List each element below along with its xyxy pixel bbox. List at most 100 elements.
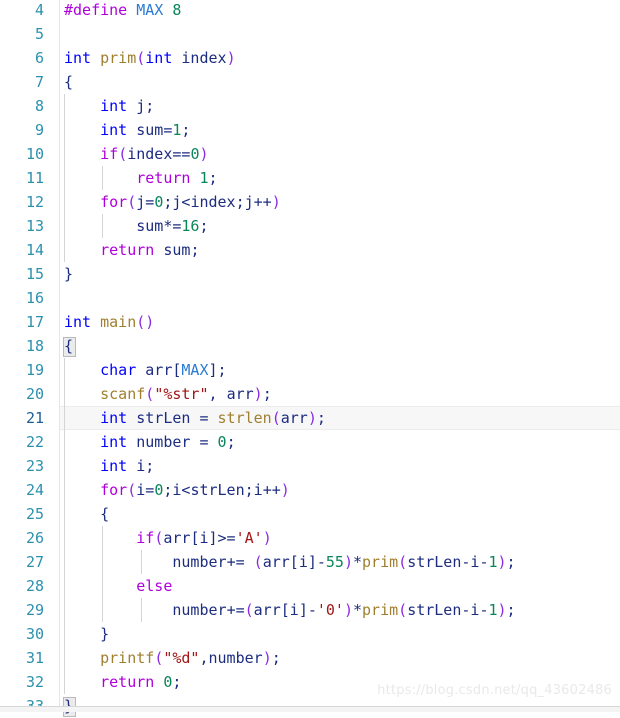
line-number: 31 bbox=[25, 649, 44, 667]
code-token: { bbox=[64, 337, 74, 355]
code-line-text: { bbox=[64, 70, 73, 94]
code-token: ) bbox=[262, 529, 272, 547]
code-token: 55 bbox=[325, 553, 344, 571]
code-line[interactable]: for(j=0;j<index;j++) bbox=[60, 190, 620, 214]
code-token: i bbox=[289, 601, 299, 619]
code-token: = bbox=[199, 409, 209, 427]
code-token: ( bbox=[253, 553, 263, 571]
code-token: ; bbox=[244, 481, 254, 499]
line-number: 20 bbox=[25, 385, 44, 403]
code-token: [ bbox=[280, 601, 290, 619]
code-line[interactable]: number+= (arr[i]-55)*prim(strLen-i-1); bbox=[60, 550, 620, 574]
code-token: ] bbox=[298, 601, 308, 619]
code-token: 1 bbox=[488, 601, 498, 619]
line-number: 10 bbox=[25, 145, 44, 163]
bottom-edge-strip bbox=[0, 706, 620, 712]
code-token: strLen bbox=[407, 553, 462, 571]
code-line[interactable]: printf("%d",number); bbox=[60, 646, 620, 670]
code-line-text: printf("%d",number); bbox=[64, 646, 281, 670]
code-line[interactable]: char arr[MAX]; bbox=[60, 358, 620, 382]
code-line[interactable]: { bbox=[60, 502, 620, 526]
code-token: prim bbox=[100, 49, 137, 67]
code-token: char bbox=[100, 361, 137, 379]
code-line-text: else bbox=[64, 574, 172, 598]
code-token: ) bbox=[226, 49, 236, 67]
code-line[interactable]: int prim(int index) bbox=[60, 46, 620, 70]
code-line[interactable]: int number = 0; bbox=[60, 430, 620, 454]
code-token: "%d" bbox=[163, 649, 200, 667]
code-token: ; bbox=[226, 433, 236, 451]
code-line-text: int i; bbox=[64, 454, 154, 478]
code-line-text: int strLen = strlen(arr); bbox=[64, 406, 326, 430]
code-token: else bbox=[136, 577, 173, 595]
code-token: 16 bbox=[181, 217, 200, 235]
code-token: - bbox=[307, 601, 317, 619]
code-token: { bbox=[100, 505, 110, 523]
code-line[interactable]: if(index==0) bbox=[60, 142, 620, 166]
code-line[interactable]: { bbox=[60, 334, 620, 358]
code-token: for bbox=[100, 193, 128, 211]
code-line[interactable] bbox=[60, 22, 620, 46]
line-number: 15 bbox=[25, 265, 44, 283]
code-token: sum bbox=[163, 241, 191, 259]
code-line[interactable]: int strLen = strlen(arr); bbox=[60, 406, 620, 430]
code-line[interactable]: if(arr[i]>='A') bbox=[60, 526, 620, 550]
code-token: = bbox=[145, 193, 155, 211]
code-line[interactable]: } bbox=[60, 622, 620, 646]
code-token: int bbox=[100, 121, 128, 139]
code-line[interactable]: int main() bbox=[60, 310, 620, 334]
code-line[interactable]: sum*=16; bbox=[60, 214, 620, 238]
line-number: 11 bbox=[25, 169, 44, 187]
watermark-text: https://blog.csdn.net/qq_43602486 bbox=[377, 683, 612, 698]
line-number: 14 bbox=[25, 241, 44, 259]
code-token: int bbox=[64, 49, 92, 67]
code-token: 0 bbox=[217, 433, 227, 451]
code-line[interactable]: return sum; bbox=[60, 238, 620, 262]
code-token: = bbox=[199, 433, 209, 451]
code-line-text: for(i=0;i<strLen;i++) bbox=[64, 478, 290, 502]
code-line-text: int number = 0; bbox=[64, 430, 236, 454]
code-line[interactable]: return 1; bbox=[60, 166, 620, 190]
code-line[interactable]: } bbox=[60, 262, 620, 286]
code-token: ++ bbox=[253, 193, 272, 211]
code-line-text: return 0; bbox=[64, 670, 181, 694]
code-line[interactable]: for(i=0;i<strLen;i++) bbox=[60, 478, 620, 502]
editor-gutter[interactable]: 4 5 6 7 8 9 10 11 12 13 14 15 16 17 18 19 20 21 22 23 24 25 26… bbox=[0, 0, 60, 715]
code-editor[interactable]: 4 5 6 7 8 9 10 11 12 13 14 15 16 17 18 19 20 21 22 23 24 25 26… bbox=[0, 0, 620, 717]
code-token: ; bbox=[262, 385, 272, 403]
code-token: index bbox=[127, 145, 173, 163]
code-line[interactable] bbox=[60, 286, 620, 310]
code-token: if bbox=[136, 529, 155, 547]
code-token: } bbox=[64, 265, 74, 283]
line-number: 16 bbox=[25, 289, 44, 307]
code-line[interactable]: number+=(arr[i]-'0')*prim(strLen-i-1); bbox=[60, 598, 620, 622]
line-number: 19 bbox=[25, 361, 44, 379]
line-number: 30 bbox=[25, 625, 44, 643]
code-token: sum bbox=[136, 121, 164, 139]
code-token: int bbox=[100, 409, 128, 427]
code-content[interactable]: #define MAX 8 int prim(int index){ int j;… bbox=[60, 0, 620, 715]
code-line[interactable]: int j; bbox=[60, 94, 620, 118]
code-line[interactable]: { bbox=[60, 70, 620, 94]
code-line[interactable]: int i; bbox=[60, 454, 620, 478]
code-token: arr bbox=[253, 601, 281, 619]
code-line[interactable]: int sum=1; bbox=[60, 118, 620, 142]
code-line-text: #define MAX 8 bbox=[64, 0, 181, 22]
code-line[interactable]: #define MAX 8 bbox=[60, 0, 620, 22]
line-number: 23 bbox=[25, 457, 44, 475]
code-token: ; bbox=[172, 673, 182, 691]
code-token: ) bbox=[497, 553, 507, 571]
code-line[interactable]: else bbox=[60, 574, 620, 598]
code-line[interactable]: scanf("%str", arr); bbox=[60, 382, 620, 406]
